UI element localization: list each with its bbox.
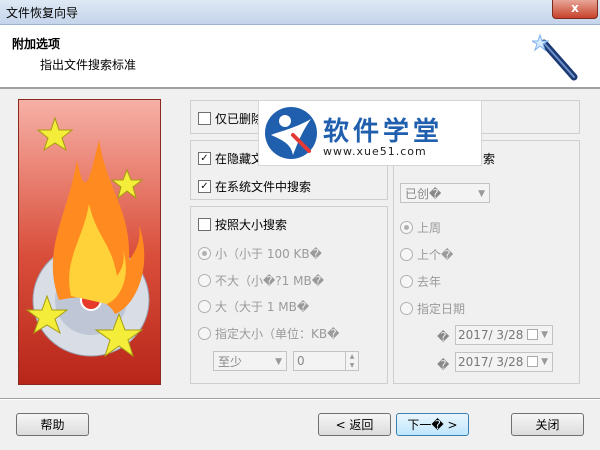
last-year-label: 去年 [417, 275, 442, 289]
last-month-radio[interactable]: 上个� [400, 246, 453, 263]
close-button[interactable]: 关闭 [511, 413, 584, 436]
chevron-down-icon[interactable]: ▼ [541, 353, 548, 371]
date-from-label: � [437, 330, 450, 344]
size-search-label: 按照大小搜索 [215, 218, 288, 232]
next-button[interactable]: 下一� > [396, 413, 469, 436]
brand-url: www.xue51.com [323, 145, 427, 158]
size-search-checkbox[interactable]: 按照大小搜索 [198, 216, 287, 233]
checkbox-box[interactable] [198, 112, 211, 125]
calendar-icon[interactable] [527, 329, 538, 340]
magic-wand-icon [532, 33, 578, 81]
radio-circle[interactable] [400, 275, 413, 288]
size-value: 0 [297, 354, 305, 368]
title-bar: 文件恢复向导 x [0, 0, 600, 25]
last-year-radio[interactable]: 去年 [400, 273, 441, 290]
size-value-stepper[interactable]: 0 ▲ ▼ [293, 351, 359, 371]
brand-logo-icon [265, 107, 317, 159]
radio-circle[interactable] [400, 221, 413, 234]
window-title: 文件恢复向导 [6, 6, 79, 20]
watermark-logo: 软件学堂 www.xue51.com [258, 100, 482, 166]
chevron-down-icon[interactable]: ▼ [541, 326, 548, 344]
wizard-header: 附加选项 指出文件搜索标准 [0, 25, 600, 88]
radio-circle[interactable] [400, 302, 413, 315]
date-to-picker[interactable]: 2017/ 3/28 ▼ [455, 352, 553, 372]
checkmark-icon[interactable]: ✓ [198, 180, 211, 193]
size-small-label: 小（小于 100 KB� [215, 247, 322, 261]
only-deleted-checkbox[interactable]: 仅已删除 [198, 110, 263, 127]
search-system-checkbox[interactable]: ✓ 在系统文件中搜索 [198, 178, 311, 195]
size-mode-value: 至少 [218, 355, 243, 369]
chevron-down-icon[interactable]: ▼ [275, 352, 282, 372]
radio-circle[interactable] [198, 300, 211, 313]
last-week-label: 上周 [417, 221, 442, 235]
chevron-down-icon[interactable]: ▼ [478, 184, 485, 204]
radio-circle[interactable] [198, 247, 211, 260]
date-mode-select[interactable]: 已创� ▼ [400, 183, 490, 203]
page-subtitle: 指出文件搜索标准 [40, 58, 137, 72]
window-close-button[interactable]: x [552, 0, 598, 19]
radio-circle[interactable] [400, 248, 413, 261]
size-mode-select[interactable]: 至少 ▼ [213, 351, 287, 371]
brand-name: 软件学堂 [323, 117, 444, 147]
size-custom-radio[interactable]: 指定大小（单位：KB� [198, 325, 339, 342]
wizard-illustration [18, 99, 161, 385]
radio-circle[interactable] [198, 327, 211, 340]
last-month-label: 上个� [417, 248, 454, 262]
date-to-value: 2017/ 3/28 [458, 355, 524, 369]
size-large-label: 大（大于 1 MB� [215, 300, 310, 314]
date-from-picker[interactable]: 2017/ 3/28 ▼ [455, 325, 553, 345]
search-hidden-checkbox[interactable]: ✓ 在隐藏文 [198, 150, 263, 167]
calendar-icon[interactable] [527, 356, 538, 367]
custom-date-label: 指定日期 [417, 302, 466, 316]
size-large-radio[interactable]: 大（大于 1 MB� [198, 298, 309, 315]
page-title: 附加选项 [12, 37, 61, 51]
help-button[interactable]: 帮助 [16, 413, 89, 436]
only-deleted-label: 仅已删除 [215, 112, 264, 126]
date-group-label: 索 [483, 152, 496, 166]
radio-circle[interactable] [198, 274, 211, 287]
back-button[interactable]: < 返回 [318, 413, 391, 436]
custom-date-radio[interactable]: 指定日期 [400, 300, 465, 317]
size-medium-radio[interactable]: 不大（小�?1 MB� [198, 272, 324, 289]
date-from-value: 2017/ 3/28 [458, 328, 524, 342]
search-hidden-label: 在隐藏文 [215, 152, 264, 166]
date-mode-value: 已创� [405, 187, 442, 201]
search-system-label: 在系统文件中搜索 [215, 180, 312, 194]
stepper-arrows-icon[interactable]: ▲ ▼ [345, 352, 358, 370]
size-medium-label: 不大（小�?1 MB� [215, 274, 325, 288]
last-week-radio[interactable]: 上周 [400, 219, 441, 236]
checkbox-box[interactable] [198, 218, 211, 231]
date-to-label: � [437, 358, 450, 372]
size-small-radio[interactable]: 小（小于 100 KB� [198, 245, 322, 262]
header-divider [0, 88, 600, 89]
checkmark-icon[interactable]: ✓ [198, 152, 211, 165]
size-custom-label: 指定大小（单位：KB� [215, 327, 340, 341]
